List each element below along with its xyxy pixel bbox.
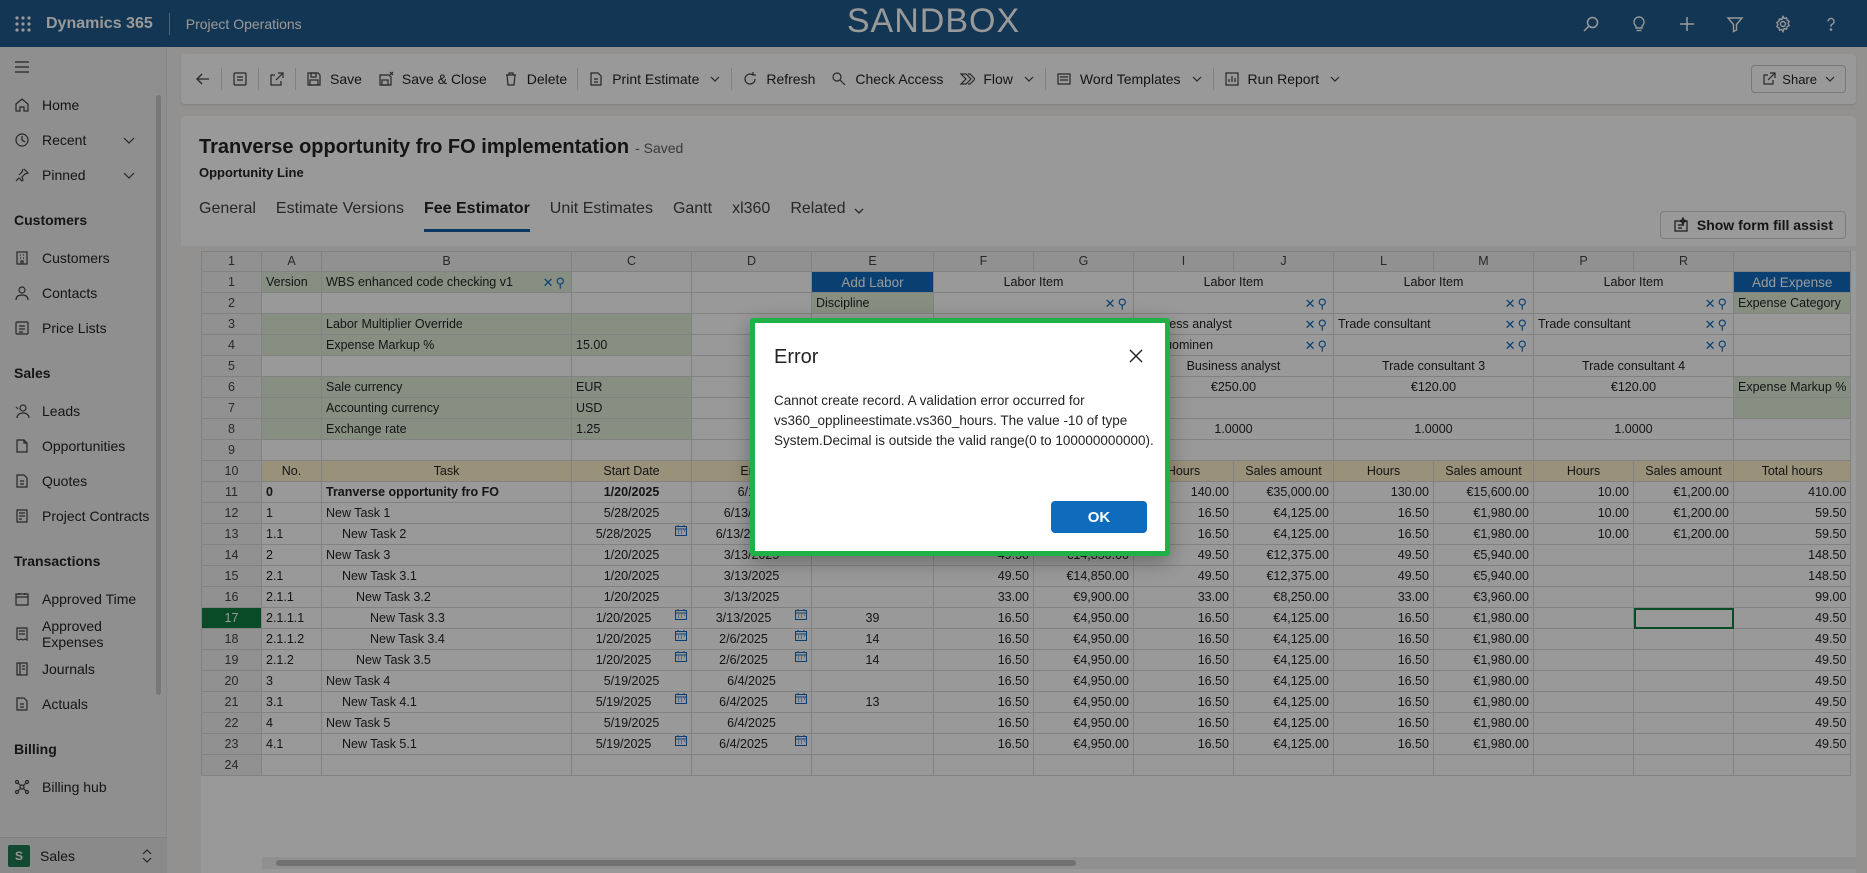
dialog-message: Cannot create record. A validation error… xyxy=(774,393,1154,448)
error-dialog: Error Cannot create record. A validation… xyxy=(750,318,1170,556)
close-icon[interactable] xyxy=(1125,345,1147,367)
dialog-title: Error xyxy=(774,346,819,368)
ok-button[interactable]: OK xyxy=(1051,501,1147,533)
